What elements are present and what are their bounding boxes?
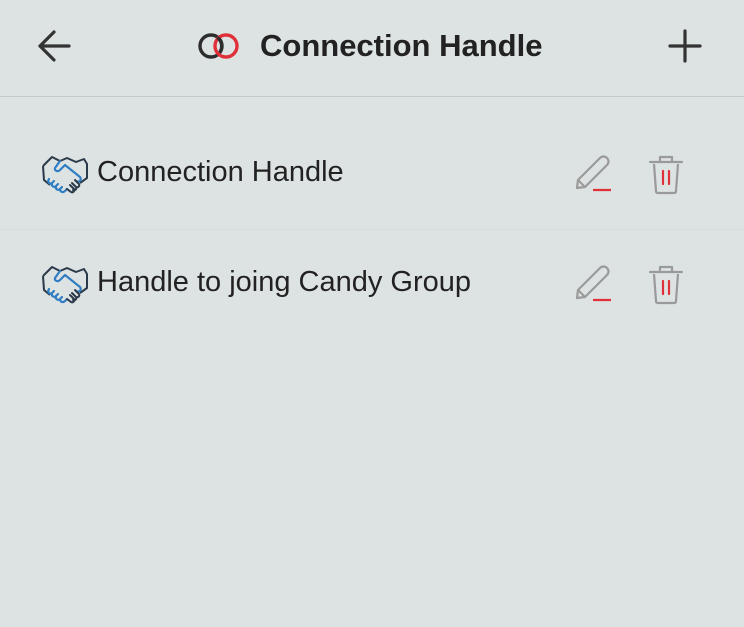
edit-button[interactable] — [572, 153, 614, 193]
pencil-icon — [575, 155, 611, 192]
trash-icon — [648, 265, 684, 305]
delete-button[interactable] — [646, 263, 686, 305]
list-item-label: Handle to joing Candy Group — [97, 266, 472, 298]
list-item[interactable]: Handle to joing Candy Group — [0, 230, 744, 339]
handle-list: Connection Handle Handle to joing Candy … — [0, 120, 744, 339]
pencil-icon — [575, 265, 611, 302]
linked-rings-icon — [198, 33, 239, 59]
header-title-group: Connection Handle — [196, 24, 542, 68]
handshake-icon — [42, 266, 88, 304]
arrow-left-icon — [38, 30, 71, 62]
header-bar: Connection Handle — [0, 0, 744, 97]
trash-icon — [648, 155, 684, 195]
list-item-label: Connection Handle — [97, 156, 344, 188]
add-button[interactable] — [666, 27, 704, 65]
back-button[interactable] — [36, 28, 74, 64]
plus-icon — [668, 29, 702, 63]
handshake-icon — [42, 156, 88, 194]
list-item[interactable]: Connection Handle — [0, 120, 744, 230]
delete-button[interactable] — [646, 153, 686, 195]
page-title: Connection Handle — [260, 28, 543, 63]
edit-button[interactable] — [572, 263, 614, 303]
